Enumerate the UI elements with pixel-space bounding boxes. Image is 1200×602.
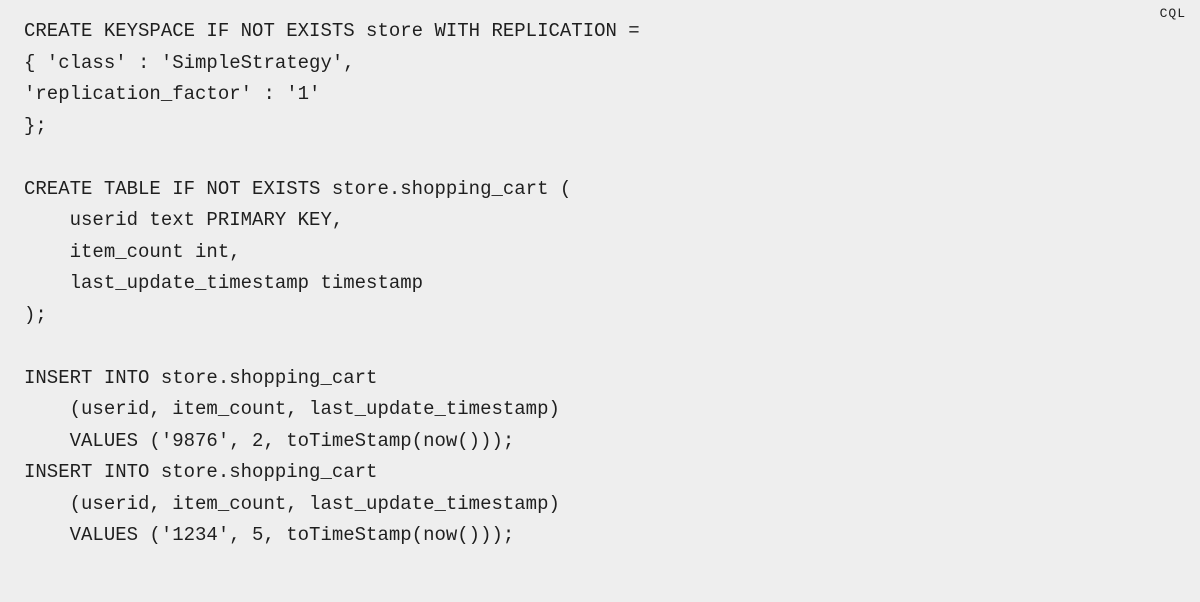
code-content[interactable]: CREATE KEYSPACE IF NOT EXISTS store WITH… xyxy=(24,16,1176,552)
code-block: CQL CREATE KEYSPACE IF NOT EXISTS store … xyxy=(0,0,1200,602)
language-label: CQL xyxy=(1160,6,1186,21)
